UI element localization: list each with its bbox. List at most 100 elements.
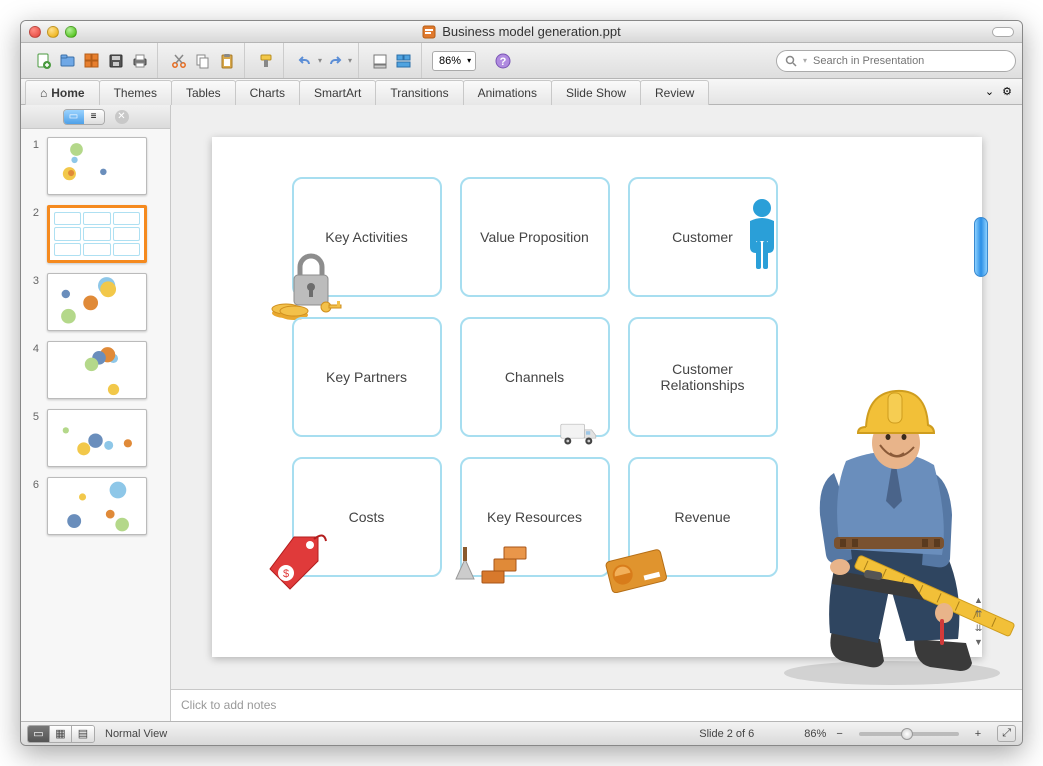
minimize-window-button[interactable] [47,26,59,38]
cell-costs[interactable]: Costs $ [292,457,442,577]
slide-panel-header: ▭ ≡ ✕ [21,105,170,129]
tab-tables[interactable]: Tables [171,80,236,105]
thumb-number: 5 [27,409,39,423]
app-window: Business model generation.ppt ▾ ▾ [20,20,1023,746]
thumb-number: 1 [27,137,39,151]
slide-thumbnail-3[interactable] [47,273,147,331]
cell-label: Key Resources [487,509,582,525]
zoom-slider[interactable] [859,732,959,736]
slide-canvas[interactable]: Key Activities Value Proposition [171,105,1022,689]
zoom-window-button[interactable] [65,26,77,38]
tab-slideshow[interactable]: Slide Show [551,80,641,105]
cell-value-proposition[interactable]: Value Proposition [460,177,610,297]
normal-view-button[interactable]: ▭ [28,726,50,742]
gallery-button[interactable] [81,50,103,72]
thumb-number: 4 [27,341,39,355]
cell-label: Key Activities [325,229,407,245]
new-doc-button[interactable] [33,50,55,72]
lock-coins-icon [264,245,344,325]
redo-button[interactable] [324,50,346,72]
tab-charts[interactable]: Charts [235,80,300,105]
svg-text:?: ? [500,56,507,68]
cell-label: Customer [672,229,733,245]
cell-channels[interactable]: Channels [460,317,610,437]
slide-thumbnail-2[interactable] [47,205,147,263]
person-icon [740,197,784,277]
help-button[interactable]: ? [492,50,514,72]
paste-button[interactable] [216,50,238,72]
slide-layout-button[interactable] [393,50,415,72]
view-mode-switch: ▭ ▦ ▤ [27,725,95,743]
new-slide-button[interactable] [369,50,391,72]
credit-card-icon [602,547,672,593]
thumb-number: 2 [27,205,39,219]
slide[interactable]: Key Activities Value Proposition [212,137,982,657]
sorter-view-button[interactable]: ▦ [50,726,72,742]
titlebar-pill-icon[interactable] [992,27,1014,37]
save-button[interactable] [105,50,127,72]
outline-view-icon[interactable]: ≡ [84,110,104,124]
slide-thumbnail-6[interactable] [47,477,147,535]
next-section-button[interactable]: ⇊ [972,623,986,635]
slide-thumbnail-5[interactable] [47,409,147,467]
slide-thumbnail-1[interactable] [47,137,147,195]
cell-label: Channels [505,369,564,385]
search-field[interactable]: ▾ [776,50,1016,72]
format-painter-button[interactable] [255,50,277,72]
undo-button[interactable] [294,50,316,72]
fit-to-window-button[interactable]: ⤢ [997,725,1016,742]
tab-transitions[interactable]: Transitions [375,80,463,105]
zoom-dropdown[interactable]: 86%▾ [432,51,476,71]
prev-section-button[interactable]: ⇈ [972,609,986,621]
vertical-scrollbar[interactable] [974,217,988,277]
canvas-grid: Key Activities Value Proposition [292,177,778,577]
tab-smartart[interactable]: SmartArt [299,80,376,105]
window-title: Business model generation.ppt [21,24,1022,39]
cell-label: Costs [349,509,385,525]
thumbnails-view-icon[interactable]: ▭ [64,110,84,124]
cell-label: Key Partners [326,369,407,385]
cell-customer-relationships[interactable]: Customer Relationships [628,317,778,437]
copy-button[interactable] [192,50,214,72]
toolbar: ▾ ▾ 86%▾ ? ▾ [21,43,1022,79]
presenter-view-button[interactable]: ▤ [72,726,94,742]
content-area: ▭ ≡ ✕ 123456 Key Activities [21,105,1022,721]
tab-animations[interactable]: Animations [463,80,552,105]
titlebar: Business model generation.ppt [21,21,1022,43]
gear-icon[interactable]: ⚙ [1002,85,1012,98]
open-button[interactable] [57,50,79,72]
cell-key-partners[interactable]: Key Partners [292,317,442,437]
statusbar: ▭ ▦ ▤ Normal View Slide 2 of 6 86% − + ⤢ [21,721,1022,745]
slide-thumbnails: 123456 [21,129,170,721]
print-button[interactable] [129,50,151,72]
ribbon-tabs: ⌂Home Themes Tables Charts SmartArt Tran… [21,79,1022,105]
cell-customer[interactable]: Customer [628,177,778,297]
editor-area: Key Activities Value Proposition [171,105,1022,721]
cell-label: Value Proposition [480,229,589,245]
close-window-button[interactable] [29,26,41,38]
slide-panel: ▭ ≡ ✕ 123456 [21,105,171,721]
cut-button[interactable] [168,50,190,72]
next-slide-button[interactable]: ▼ [972,637,986,649]
cell-key-resources[interactable]: Key Resources [460,457,610,577]
thumb-number: 6 [27,477,39,491]
cell-revenue[interactable]: Revenue [628,457,778,577]
bricks-trowel-icon [450,543,530,597]
zoom-in-button[interactable]: + [975,728,981,740]
tab-home[interactable]: ⌂Home [25,80,100,105]
tab-review[interactable]: Review [640,80,709,105]
ppt-file-icon [422,25,436,39]
chevron-down-icon[interactable]: ⌄ [985,85,994,98]
truck-icon [558,421,600,447]
cell-label: Customer Relationships [636,361,770,393]
zoom-out-button[interactable]: − [836,728,842,740]
close-panel-button[interactable]: ✕ [115,110,129,124]
prev-slide-button[interactable]: ▲ [972,595,986,607]
panel-view-switch[interactable]: ▭ ≡ [63,109,105,125]
window-controls [29,26,77,38]
zoom-label: 86% [804,728,826,740]
cell-key-activities[interactable]: Key Activities [292,177,442,297]
tab-themes[interactable]: Themes [99,80,172,105]
slide-thumbnail-4[interactable] [47,341,147,399]
notes-pane[interactable]: Click to add notes [171,689,1022,721]
